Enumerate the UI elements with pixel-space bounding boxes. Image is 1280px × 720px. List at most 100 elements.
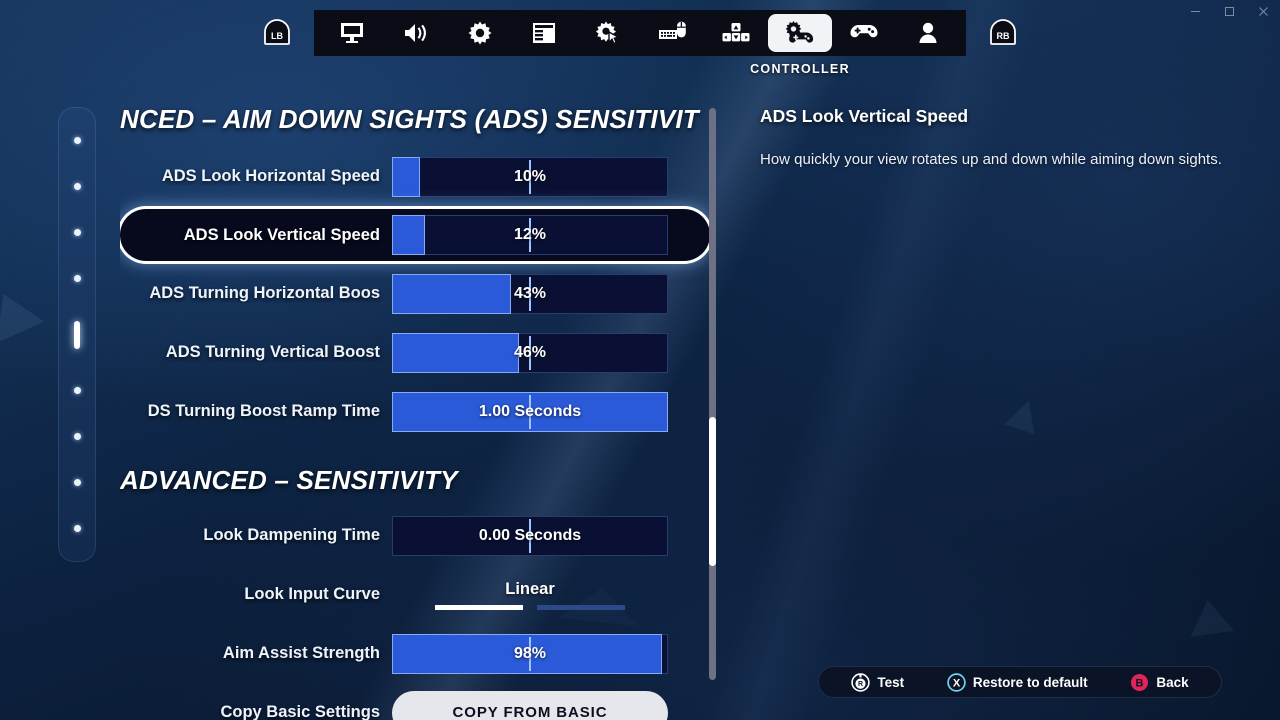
action-label: Restore to default [972, 674, 1088, 690]
slider-track[interactable]: 12% [392, 215, 668, 255]
setting-segmented[interactable]: Linear [392, 575, 668, 615]
rail-dot[interactable] [73, 525, 81, 532]
segment-indicator[interactable] [435, 604, 523, 610]
setting-row-selected[interactable]: ADS Look Vertical Speed 12% [120, 209, 710, 261]
svg-text:RB: RB [997, 31, 1010, 41]
right-bumper-icon: RB [986, 16, 1020, 50]
rail-dot[interactable] [73, 228, 81, 236]
action-back[interactable]: B Back [1130, 673, 1189, 692]
scrollbar-thumb[interactable] [709, 416, 716, 566]
rail-dot[interactable] [73, 182, 81, 190]
decorative-shard [1004, 395, 1044, 435]
slider-track[interactable]: 10% [392, 156, 668, 197]
window-controls [1170, 0, 1280, 22]
slider-track[interactable]: 46% [392, 332, 668, 373]
setting-row[interactable]: DS Turning Boost Ramp Time 1.00 Seconds [120, 382, 710, 441]
svg-text:LB: LB [271, 31, 283, 41]
rstick-icon: R [851, 672, 871, 692]
setting-row[interactable]: Copy Basic Settings COPY FROM BASIC [120, 683, 710, 720]
setting-slider[interactable]: 10% [392, 156, 668, 197]
slider-track[interactable]: 98% [392, 633, 668, 674]
settings-tab-bar: LB RB [0, 10, 1280, 56]
rail-dot[interactable] [73, 274, 81, 282]
setting-label: ADS Look Vertical Speed [183, 225, 380, 244]
tab-video[interactable] [320, 14, 384, 52]
action-test[interactable]: R Test [851, 672, 905, 692]
setting-row[interactable]: Look Input Curve Linear [120, 565, 710, 624]
tab-game[interactable] [448, 14, 512, 52]
setting-row[interactable]: ADS Look Horizontal Speed 10% [120, 147, 710, 206]
decorative-shard [1185, 597, 1235, 637]
tab-account[interactable] [896, 14, 960, 52]
detail-description: How quickly your view rotates up and dow… [760, 151, 1222, 168]
action-label: Test [877, 674, 905, 690]
slider-value: 46% [513, 343, 547, 361]
close-button[interactable] [1246, 0, 1280, 22]
tab-accessibility[interactable] [576, 14, 640, 52]
slider-value: 43% [513, 284, 547, 302]
svg-text:B: B [1136, 677, 1144, 689]
copy-from-basic-label[interactable]: COPY FROM BASIC [392, 690, 668, 720]
slider-value: 12% [513, 226, 547, 243]
setting-label: Aim Assist Strength [222, 644, 380, 662]
tab-keyboard-mouse[interactable] [640, 14, 704, 52]
detail-title: ADS Look Vertical Speed [760, 106, 969, 126]
decorative-shard [0, 283, 45, 343]
setting-slider[interactable]: 1.00 Seconds [392, 391, 668, 432]
svg-text:R: R [858, 681, 863, 688]
detail-panel: ADS Look Vertical Speed How quickly your… [760, 106, 1222, 172]
slider-value: 98% [513, 644, 547, 662]
bbutton-icon: B [1130, 673, 1149, 692]
copy-from-basic-button[interactable]: COPY FROM BASIC [392, 690, 668, 720]
settings-list[interactable]: NCED – AIM DOWN SIGHTS (ADS) SENSITIVIT A… [120, 92, 710, 720]
tab-audio[interactable] [384, 14, 448, 52]
setting-label: Look Dampening Time [203, 526, 380, 544]
setting-row[interactable]: Aim Assist Strength 98% [120, 624, 710, 683]
segmented-value: Linear [505, 579, 555, 598]
setting-label: ADS Turning Vertical Boost [165, 343, 380, 361]
slider-track[interactable]: 1.00 Seconds [392, 391, 668, 432]
tab-hud-layout[interactable] [512, 14, 576, 52]
tab-strip [314, 10, 966, 56]
setting-row[interactable]: ADS Turning Horizontal Boos 43% [120, 264, 710, 323]
slider-value: 10% [513, 167, 547, 185]
rail-dot[interactable] [73, 137, 81, 144]
action-label: Back [1156, 674, 1189, 690]
slider-track[interactable]: 43% [392, 273, 668, 314]
rail-dot[interactable] [73, 387, 81, 395]
rail-dot-active[interactable] [74, 320, 80, 349]
setting-row[interactable]: Look Dampening Time 0.00 Seconds [120, 506, 710, 565]
minimize-button[interactable] [1178, 0, 1212, 22]
xbutton-icon: X [947, 672, 966, 692]
rail-dot[interactable] [73, 479, 81, 487]
segment-indicator[interactable] [537, 604, 625, 610]
setting-label: ADS Turning Horizontal Boos [149, 284, 380, 302]
maximize-button[interactable] [1212, 0, 1246, 22]
setting-label: DS Turning Boost Ramp Time [147, 402, 380, 420]
section-title: NCED – AIM DOWN SIGHTS (ADS) SENSITIVIT [120, 104, 699, 134]
setting-slider[interactable]: 46% [392, 332, 668, 373]
left-bumper-icon: LB [260, 16, 294, 50]
setting-row[interactable]: ADS Turning Vertical Boost 46% [120, 323, 710, 382]
action-bar: R Test X Restore to default B Back [818, 666, 1222, 698]
setting-slider[interactable]: 98% [392, 633, 668, 674]
setting-slider[interactable]: 0.00 Seconds [392, 515, 668, 556]
setting-label: ADS Look Horizontal Speed [161, 167, 380, 185]
section-title: ADVANCED – SENSITIVITY [120, 465, 458, 495]
slider-value: 1.00 Seconds [478, 402, 582, 420]
svg-text:X: X [953, 677, 961, 689]
tab-controller[interactable] [768, 14, 832, 52]
settings-scrollbar[interactable] [709, 108, 716, 680]
action-restore-to-default[interactable]: X Restore to default [947, 672, 1088, 692]
slider-value: 0.00 Seconds [478, 526, 582, 544]
setting-label: Look Input Curve [244, 585, 380, 603]
active-tab-caption: CONTROLLER [750, 62, 850, 76]
setting-slider[interactable]: 12% [392, 215, 668, 255]
slider-track[interactable]: 0.00 Seconds [392, 515, 668, 556]
rail-dot[interactable] [73, 433, 81, 441]
setting-slider[interactable]: 43% [392, 273, 668, 314]
section-rail[interactable] [58, 107, 96, 562]
tab-keybinds[interactable] [704, 14, 768, 52]
tab-controller-binds[interactable] [832, 14, 896, 52]
setting-label: Copy Basic Settings [220, 703, 380, 720]
